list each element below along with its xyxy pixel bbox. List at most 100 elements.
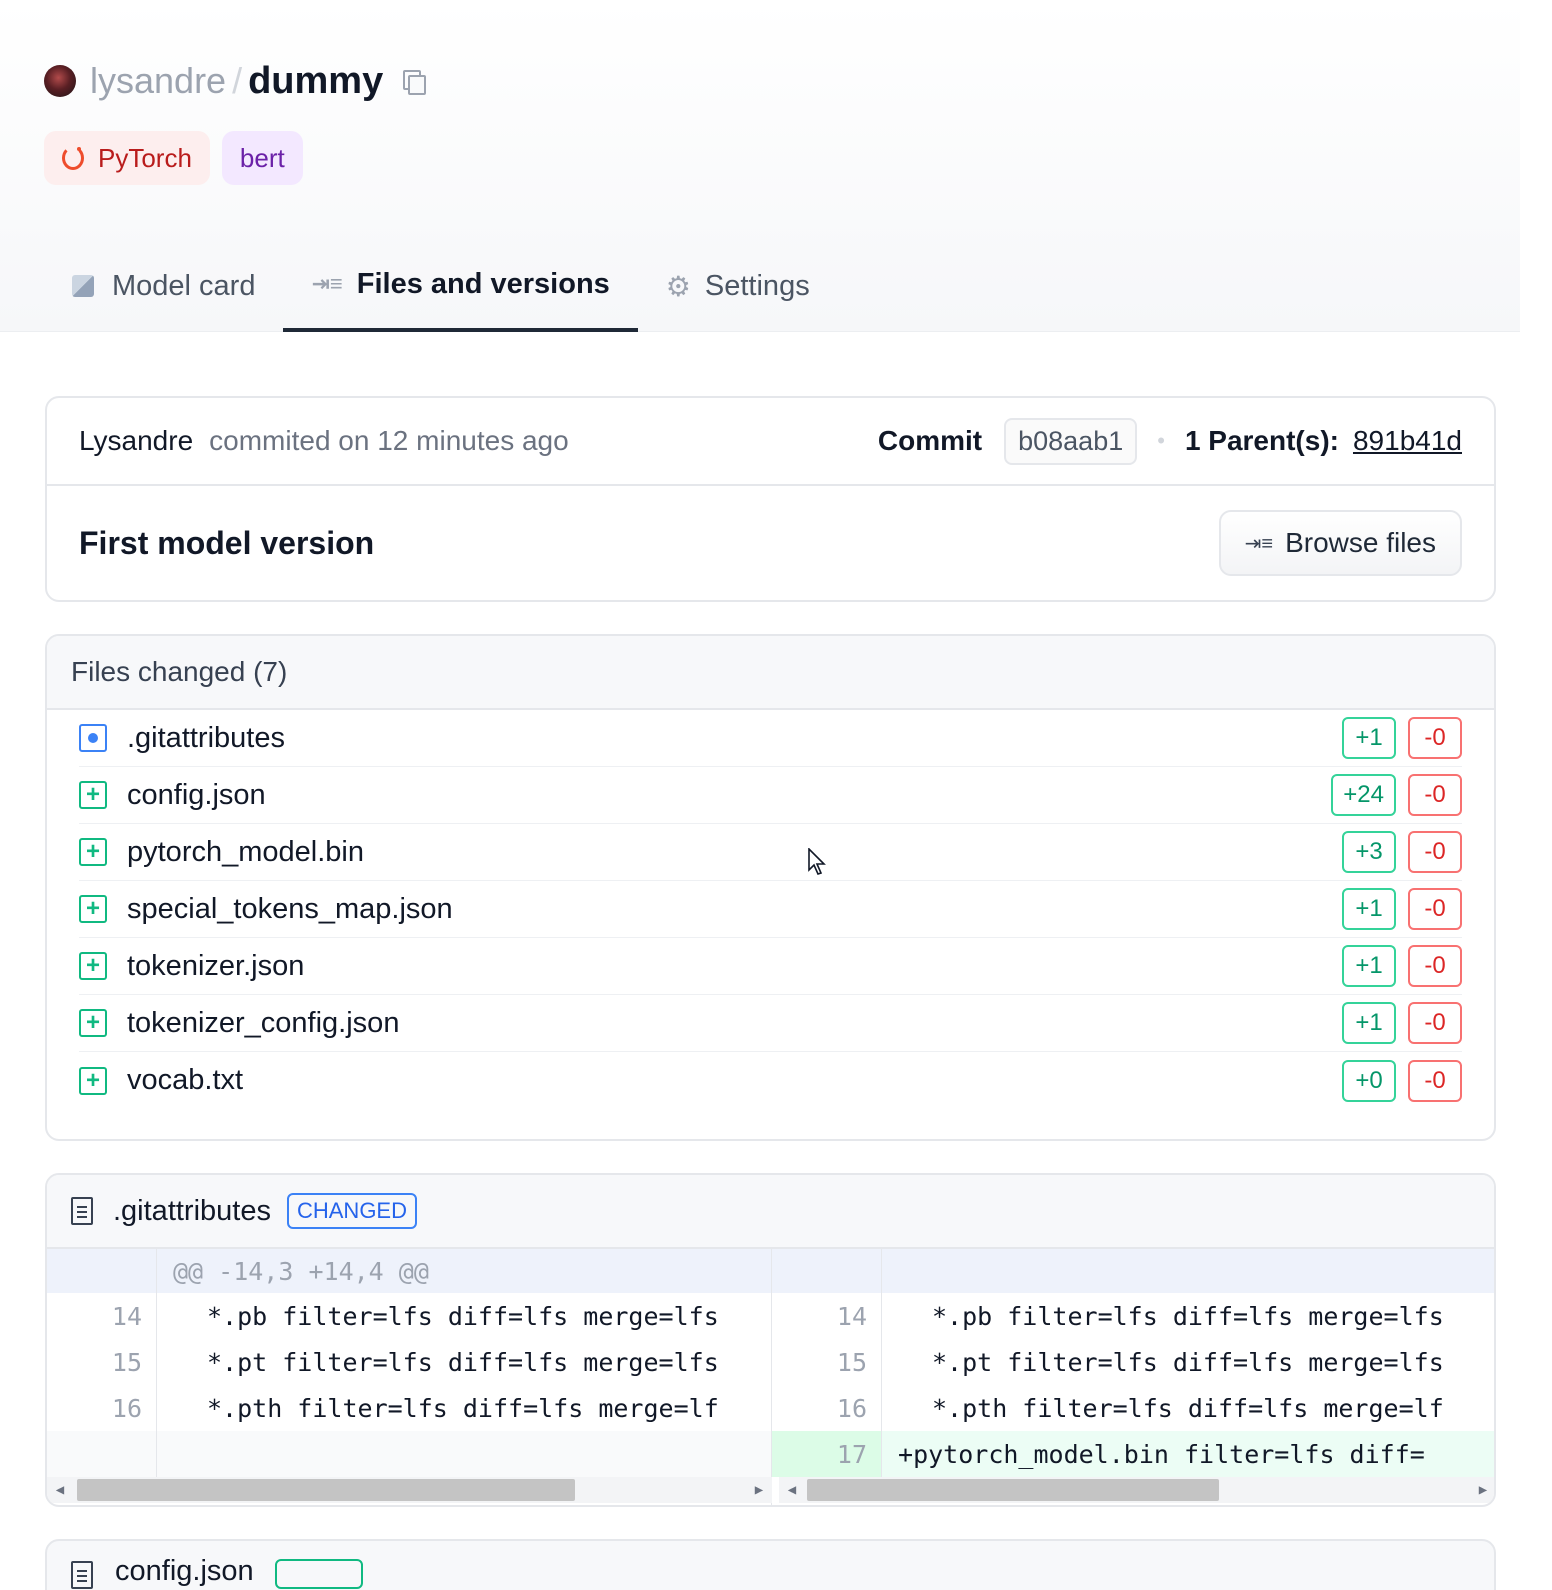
diff-pane-old: @@ -14,3 +14,4 @@ 14 *.pb filter=lfs dif… — [47, 1249, 772, 1505]
tag-bert[interactable]: bert — [221, 131, 303, 185]
tag-list: PyTorch bert — [44, 131, 303, 185]
document-icon — [71, 1561, 93, 1589]
line-number: 14 — [772, 1293, 882, 1339]
line-number: 16 — [47, 1385, 157, 1431]
scroll-track[interactable] — [805, 1477, 1470, 1503]
gear-icon: ⚙ — [665, 270, 691, 302]
file-row[interactable]: + vocab.txt +0 -0 — [79, 1052, 1462, 1109]
line-gutter — [772, 1249, 882, 1293]
additions-count: +1 — [1342, 945, 1396, 987]
file-name[interactable]: .gitattributes — [127, 722, 285, 755]
diff-file-name[interactable]: .gitattributes — [113, 1195, 271, 1228]
diff-card-next: config.json — [45, 1539, 1496, 1590]
repo-tabs: Model card ⇥≡ Files and versions ⚙ Setti… — [44, 240, 838, 332]
file-name[interactable]: special_tokens_map.json — [127, 893, 453, 926]
file-row[interactable]: + special_tokens_map.json +1 -0 — [79, 881, 1462, 938]
scrollbar-old[interactable]: ◀ ▶ — [47, 1477, 772, 1503]
tag-label: PyTorch — [98, 142, 192, 173]
line-code: *.pt filter=lfs diff=lfs merge=lfs — [932, 1347, 1444, 1377]
file-modified-icon — [79, 724, 107, 752]
parent-hash-link[interactable]: 891b41d — [1353, 425, 1462, 457]
file-added-icon: + — [79, 781, 107, 809]
file-added-icon: + — [79, 838, 107, 866]
hunk-range: @@ -14,3 +14,4 @@ — [173, 1256, 429, 1286]
file-name[interactable]: pytorch_model.bin — [127, 836, 364, 869]
tab-settings[interactable]: ⚙ Settings — [638, 240, 838, 332]
diff-line-added: 17 +pytorch_model.bin filter=lfs diff= — [772, 1431, 1494, 1477]
diff-line: 16 *.pth filter=lfs diff=lfs merge=lf — [47, 1385, 771, 1431]
repo-name[interactable]: dummy — [248, 60, 383, 103]
diff-card: .gitattributes CHANGED @@ -14,3 +14,4 @@… — [45, 1173, 1496, 1507]
deletions-count: -0 — [1408, 717, 1462, 759]
scroll-left-icon[interactable]: ◀ — [47, 1477, 73, 1503]
commit-card: Lysandre commited on 12 minutes ago Comm… — [45, 396, 1496, 602]
line-number: 16 — [772, 1385, 882, 1431]
pytorch-icon — [62, 146, 84, 170]
diff-file-name[interactable]: config.json — [115, 1555, 254, 1588]
file-name[interactable]: tokenizer.json — [127, 950, 304, 983]
additions-count: +3 — [1342, 831, 1396, 873]
commit-time: commited on 12 minutes ago — [209, 425, 569, 456]
scroll-right-icon[interactable]: ▶ — [1470, 1477, 1494, 1503]
scroll-left-icon[interactable]: ◀ — [779, 1477, 805, 1503]
file-name[interactable]: config.json — [127, 779, 266, 812]
hunk-header — [772, 1249, 1494, 1293]
added-line-text: pytorch_model.bin filter=lfs diff= — [913, 1439, 1425, 1469]
diff-body: @@ -14,3 +14,4 @@ 14 *.pb filter=lfs dif… — [47, 1249, 1494, 1505]
scroll-thumb[interactable] — [77, 1479, 575, 1501]
line-code: +pytorch_model.bin filter=lfs diff= — [882, 1440, 1425, 1469]
file-name[interactable]: tokenizer_config.json — [127, 1007, 399, 1040]
commit-author[interactable]: Lysandre — [79, 425, 193, 457]
tab-label: Model card — [112, 269, 256, 302]
copy-icon[interactable] — [403, 70, 427, 95]
line-number: 15 — [47, 1339, 157, 1385]
commit-hash[interactable]: b08aab1 — [1004, 417, 1138, 465]
tab-files-and-versions[interactable]: ⇥≡ Files and versions — [283, 240, 638, 332]
tab-label: Settings — [704, 269, 810, 302]
file-row[interactable]: .gitattributes +1 -0 — [79, 710, 1462, 767]
avatar[interactable] — [44, 65, 76, 97]
additions-count: +1 — [1342, 717, 1396, 759]
line-number: 14 — [47, 1293, 157, 1339]
scroll-thumb[interactable] — [807, 1479, 1219, 1501]
file-row[interactable]: + config.json +24 -0 — [79, 767, 1462, 824]
tab-model-card[interactable]: Model card — [44, 240, 283, 332]
repo-title: lysandre / dummy — [44, 56, 427, 106]
files-icon: ⇥≡ — [311, 271, 343, 296]
files-icon: ⇥≡ — [1244, 532, 1274, 555]
file-added-icon: + — [79, 895, 107, 923]
line-gutter — [47, 1249, 157, 1293]
diff-header: .gitattributes CHANGED — [47, 1175, 1494, 1249]
scrollbar-new[interactable]: ◀ ▶ — [779, 1477, 1494, 1503]
commit-title: First model version — [79, 524, 375, 561]
additions-count: +24 — [1331, 774, 1396, 816]
file-row[interactable]: + tokenizer_config.json +1 -0 — [79, 995, 1462, 1052]
status-badge — [275, 1559, 363, 1589]
browse-files-button[interactable]: ⇥≡ Browse files — [1218, 510, 1462, 576]
line-number: 17 — [772, 1431, 882, 1477]
cube-icon — [72, 275, 94, 297]
tag-pytorch[interactable]: PyTorch — [44, 131, 210, 185]
line-code: *.pth filter=lfs diff=lfs merge=lf — [207, 1393, 719, 1423]
added-sign: + — [898, 1439, 914, 1469]
deletions-count: -0 — [1408, 888, 1462, 930]
diff-line: 14 *.pb filter=lfs diff=lfs merge=lfs — [772, 1293, 1494, 1339]
diff-line: 14 *.pb filter=lfs diff=lfs merge=lfs — [47, 1293, 771, 1339]
line-code: *.pb filter=lfs diff=lfs merge=lfs — [932, 1301, 1444, 1331]
file-name[interactable]: vocab.txt — [127, 1064, 243, 1097]
repo-owner[interactable]: lysandre — [90, 60, 226, 102]
diff-line: 16 *.pth filter=lfs diff=lfs merge=lf — [772, 1385, 1494, 1431]
diff-line: 15 *.pt filter=lfs diff=lfs merge=lfs — [772, 1339, 1494, 1385]
file-row[interactable]: + tokenizer.json +1 -0 — [79, 938, 1462, 995]
deletions-count: -0 — [1408, 945, 1462, 987]
file-row[interactable]: + pytorch_model.bin +3 -0 — [79, 824, 1462, 881]
scroll-track[interactable] — [73, 1477, 746, 1503]
file-added-icon: + — [79, 1066, 107, 1095]
deletions-count: -0 — [1408, 1059, 1462, 1102]
deletions-count: -0 — [1408, 774, 1462, 816]
files-changed-card: Files changed (7) .gitattributes +1 -0 +… — [45, 634, 1496, 1141]
line-number: 15 — [772, 1339, 882, 1385]
repo-separator: / — [232, 60, 243, 101]
scroll-right-icon[interactable]: ▶ — [746, 1477, 772, 1503]
tag-label: bert — [239, 142, 285, 173]
